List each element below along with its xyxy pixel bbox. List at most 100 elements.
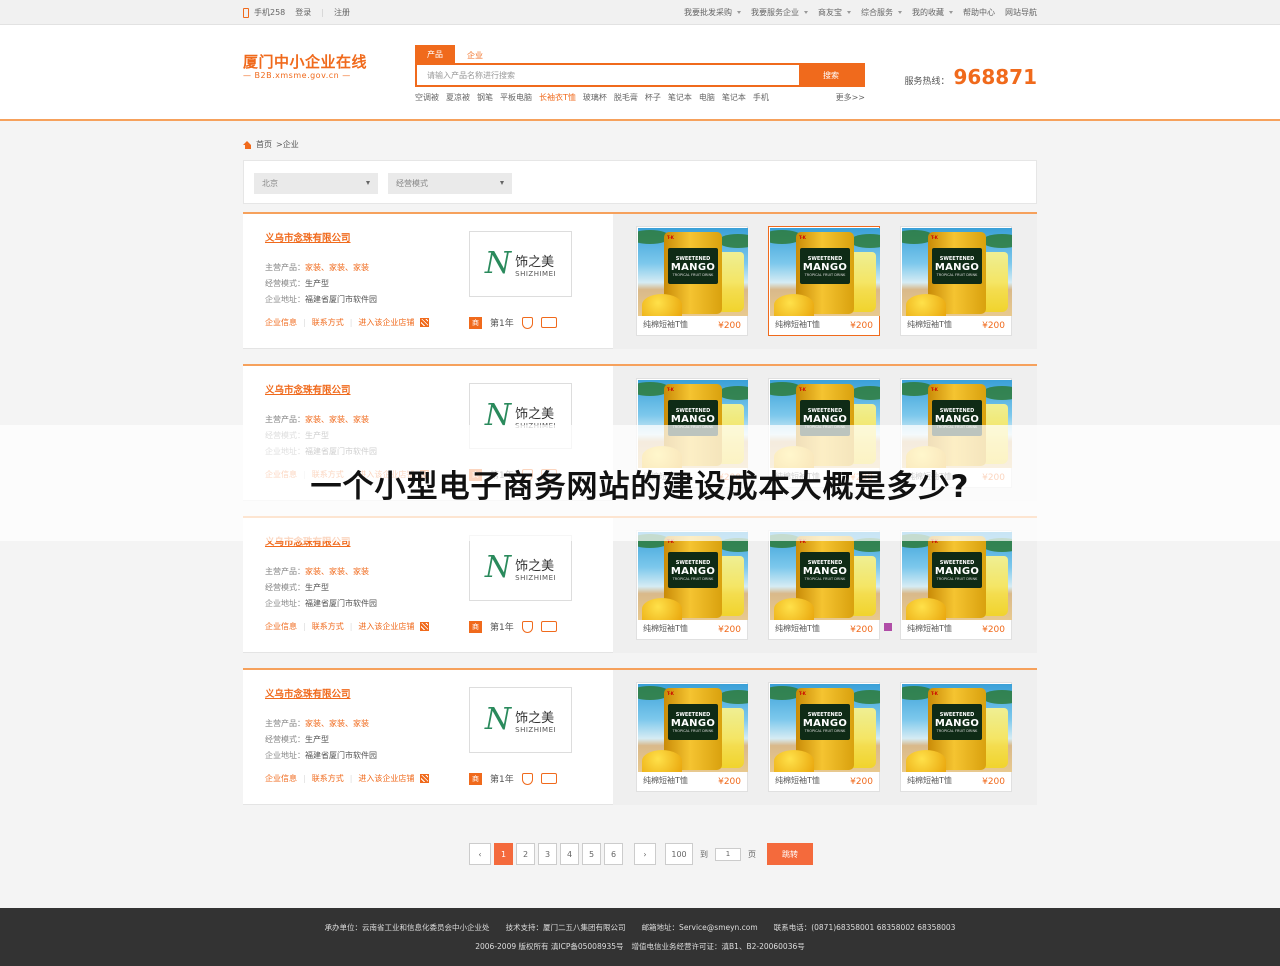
region-select[interactable]: 北京 — [254, 173, 378, 194]
top-menu-item[interactable]: 帮助中心 — [963, 7, 995, 18]
can-text: TROPICAL FRUIT DRINK — [804, 272, 846, 277]
company-info-link[interactable]: 企业信息 — [265, 317, 297, 328]
page-1-button[interactable]: 1 — [494, 843, 513, 865]
company-name-link[interactable]: 义乌市念珠有限公司 — [265, 686, 351, 700]
login-link[interactable]: 登录 — [295, 7, 311, 18]
top-bar: 手机258 登录 | 注册 我要批发采购 我要服务企业 商友宝 综合服务 我的收藏 帮助中… — [0, 0, 1280, 25]
page-6-button[interactable]: 6 — [604, 843, 623, 865]
id-card-icon — [540, 621, 557, 632]
hot-word-link[interactable]: 笔记本 — [722, 92, 746, 103]
page-5-button[interactable]: 5 — [582, 843, 601, 865]
breadcrumb: 首页 >企业 — [243, 139, 299, 150]
top-menu-item[interactable]: 我的收藏 — [912, 7, 953, 18]
product-card[interactable]: T-KSWEETENEDMANGOTROPICAL FRUIT DRINK纯棉短… — [768, 226, 880, 336]
company-badges: 商第1年 — [469, 772, 557, 785]
hot-word-link[interactable]: 长袖衣T恤 — [539, 92, 576, 103]
hot-word-link[interactable]: 脱毛膏 — [614, 92, 638, 103]
company-logo[interactable]: N饰之美SHIZHIMEI — [469, 231, 572, 297]
top-menu-item[interactable]: 我要服务企业 — [751, 7, 808, 18]
company-links: 企业信息 | 联系方式 | 进入该企业店铺 — [265, 773, 430, 784]
contact-link[interactable]: 联系方式 — [312, 773, 344, 784]
can-brand: T-K — [667, 387, 674, 392]
footer: 承办单位：云南省工业和信息化委员会中小企业处 技术支持：厦门二五八集团有限公司 邮箱… — [0, 908, 1280, 966]
product-card[interactable]: T-KSWEETENEDMANGOTROPICAL FRUIT DRINK纯棉短… — [900, 682, 1012, 792]
company-name-link[interactable]: 义乌市念珠有限公司 — [265, 382, 351, 396]
search-button[interactable]: 搜索 — [799, 65, 863, 85]
prev-page-button[interactable]: ‹ — [469, 843, 491, 865]
register-link[interactable]: 注册 — [334, 7, 350, 18]
enter-store-link[interactable]: 进入该企业店铺 — [358, 621, 414, 632]
product-card[interactable]: T-KSWEETENEDMANGOTROPICAL FRUIT DRINK纯棉短… — [900, 530, 1012, 640]
search-tab-product[interactable]: 产品 — [415, 45, 455, 63]
product-card[interactable]: T-KSWEETENEDMANGOTROPICAL FRUIT DRINK纯棉短… — [636, 226, 748, 336]
chevron-down-icon — [949, 11, 953, 14]
contact-link[interactable]: 联系方式 — [312, 317, 344, 328]
footer-info: 承办单位：云南省工业和信息化委员会中小企业处 — [324, 923, 490, 932]
can-brand: T-K — [931, 235, 938, 240]
page-4-button[interactable]: 4 — [560, 843, 579, 865]
hot-word-link[interactable]: 夏凉被 — [446, 92, 470, 103]
logo-chinese: 饰之美 — [515, 254, 555, 270]
hot-word-link[interactable]: 笔记本 — [668, 92, 692, 103]
mobile-link[interactable]: 手机258 — [243, 7, 285, 18]
top-menu-item[interactable]: 网站导航 — [1005, 7, 1037, 18]
page-number-input[interactable] — [715, 847, 741, 861]
mango-fruit — [906, 598, 946, 620]
hot-word-link[interactable]: 玻璃杯 — [583, 92, 607, 103]
breadcrumb-home[interactable]: 首页 — [256, 139, 272, 150]
hot-word-link[interactable]: 钢笔 — [477, 92, 493, 103]
company-logo[interactable]: N饰之美SHIZHIMEI — [469, 687, 572, 753]
company-logo[interactable]: N饰之美SHIZHIMEI — [469, 535, 572, 601]
product-card[interactable]: T-KSWEETENEDMANGOTROPICAL FRUIT DRINK纯棉短… — [900, 226, 1012, 336]
jump-button[interactable]: 跳转 — [767, 843, 813, 865]
top-menu-item[interactable]: 我要批发采购 — [684, 7, 741, 18]
main-products-row: 主营产品：家装、家装、家装 — [265, 262, 369, 273]
can-text: TROPICAL FRUIT DRINK — [804, 576, 846, 581]
search-tab-company[interactable]: 企业 — [455, 48, 495, 63]
can-brand: T-K — [799, 387, 806, 392]
product-card[interactable]: T-KSWEETENEDMANGOTROPICAL FRUIT DRINK纯棉短… — [768, 530, 880, 640]
main-products-row: 主营产品：家装、家装、家装 — [265, 718, 369, 729]
top-menu-item[interactable]: 综合服务 — [861, 7, 902, 18]
product-price: ¥200 — [982, 321, 1005, 331]
business-mode-row: 经营模式：生产型 — [265, 734, 329, 745]
company-card: 义乌市念珠有限公司主营产品：家装、家装、家装经营模式：生产型企业地址：福建省厦门… — [243, 212, 1037, 349]
page-3-button[interactable]: 3 — [538, 843, 557, 865]
hot-word-link[interactable]: 手机 — [753, 92, 769, 103]
enter-store-link[interactable]: 进入该企业店铺 — [358, 317, 414, 328]
hot-word-link[interactable]: 空调被 — [415, 92, 439, 103]
company-info-link[interactable]: 企业信息 — [265, 621, 297, 632]
hot-word-link[interactable]: 平板电脑 — [500, 92, 532, 103]
main-products-label: 主营产品： — [265, 263, 305, 272]
product-name: 纯棉短袖T恤 — [907, 320, 952, 329]
main-products-row: 主营产品：家装、家装、家装 — [265, 566, 369, 577]
qr-code-icon[interactable] — [420, 622, 430, 631]
enter-store-link[interactable]: 进入该企业店铺 — [358, 773, 414, 784]
last-page-button[interactable]: 100 — [665, 843, 693, 865]
hotline: 服务热线： 968871 — [904, 65, 1037, 89]
hot-word-link[interactable]: 杯子 — [645, 92, 661, 103]
site-logo-title[interactable]: 厦门中小企业在线 — [243, 51, 367, 72]
product-card[interactable]: T-KSWEETENEDMANGOTROPICAL FRUIT DRINK纯棉短… — [636, 530, 748, 640]
business-mode-row: 经营模式：生产型 — [265, 278, 329, 289]
top-menu-item[interactable]: 商友宝 — [818, 7, 851, 18]
contact-link[interactable]: 联系方式 — [312, 621, 344, 632]
company-info-link[interactable]: 企业信息 — [265, 773, 297, 784]
business-mode-select[interactable]: 经营模式 — [388, 173, 512, 194]
page-unit-label: 页 — [748, 849, 756, 859]
product-card[interactable]: T-KSWEETENEDMANGOTROPICAL FRUIT DRINK纯棉短… — [768, 682, 880, 792]
certified-icon: 商 — [469, 316, 482, 329]
header: 厦门中小企业在线 — B2B.xmsme.gov.cn — 产品 企业 搜索 空… — [0, 25, 1280, 121]
qr-code-icon[interactable] — [420, 318, 430, 327]
next-page-button[interactable]: › — [634, 843, 656, 865]
hot-more-link[interactable]: 更多>> — [836, 92, 865, 103]
product-name: 纯棉短袖T恤 — [643, 320, 688, 329]
product-card[interactable]: T-KSWEETENEDMANGOTROPICAL FRUIT DRINK纯棉短… — [636, 682, 748, 792]
search-input[interactable] — [417, 65, 799, 85]
qr-code-icon[interactable] — [420, 774, 430, 783]
mango-fruit — [906, 750, 946, 772]
company-name-link[interactable]: 义乌市念珠有限公司 — [265, 230, 351, 244]
hot-word-link[interactable]: 电脑 — [699, 92, 715, 103]
page-2-button[interactable]: 2 — [516, 843, 535, 865]
top-menu-label: 我要批发采购 — [684, 8, 732, 17]
